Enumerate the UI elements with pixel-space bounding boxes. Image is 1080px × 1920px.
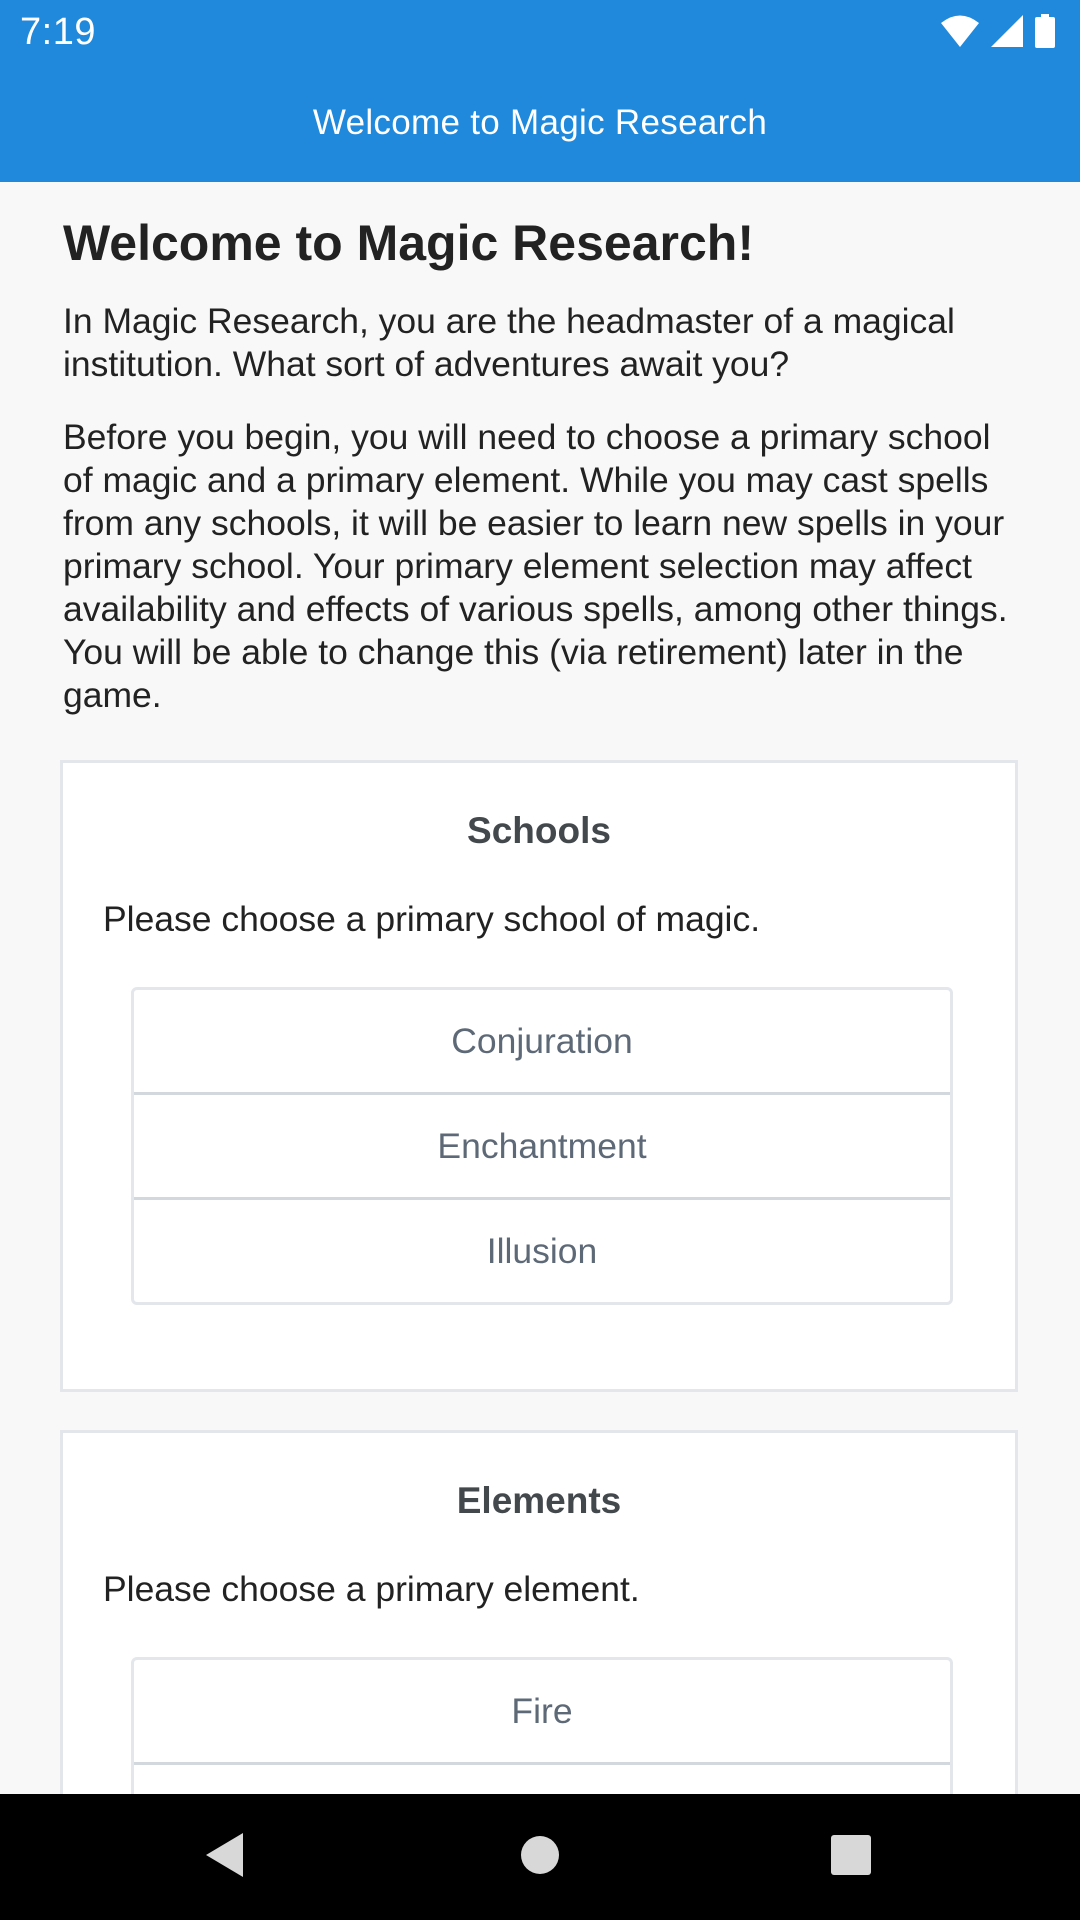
school-option-illusion[interactable]: Illusion <box>134 1200 950 1302</box>
schools-card: Schools Please choose a primary school o… <box>60 760 1018 1392</box>
nav-recents-button[interactable] <box>791 1794 911 1920</box>
intro-text: In Magic Research, you are the headmaste… <box>63 301 955 384</box>
elements-card-description: Please choose a primary element. <box>103 1569 640 1609</box>
page-title: Welcome to Magic Research! <box>63 215 754 271</box>
school-option-conjuration[interactable]: Conjuration <box>134 990 950 1095</box>
school-option-enchantment[interactable]: Enchantment <box>134 1095 950 1200</box>
elements-card: Elements Please choose a primary element… <box>60 1430 1018 1794</box>
navigation-bar <box>0 1794 1080 1920</box>
nav-back-button[interactable] <box>165 1794 285 1920</box>
app-bar-title: Welcome to Magic Research <box>312 103 768 142</box>
recents-icon <box>830 1834 872 1881</box>
status-bar: 7:19 <box>0 0 1080 64</box>
elements-card-title: Elements <box>456 1480 622 1521</box>
nav-home-button[interactable] <box>480 1794 600 1920</box>
element-option-fire[interactable]: Fire <box>134 1660 950 1765</box>
wifi-icon <box>940 14 980 48</box>
status-time: 7:19 <box>20 11 96 53</box>
welcome-content[interactable]: Welcome to Magic Research! In Magic Rese… <box>0 182 1080 1794</box>
status-icons <box>940 14 1056 48</box>
schools-card-title: Schools <box>467 810 611 851</box>
element-option-next[interactable] <box>134 1765 950 1794</box>
home-icon <box>519 1834 561 1881</box>
schools-card-description: Please choose a primary school of magic. <box>103 899 761 939</box>
details-text: Before you begin, you will need to choos… <box>63 417 1008 715</box>
element-options: Fire <box>131 1657 953 1794</box>
battery-icon <box>1034 14 1056 48</box>
school-options: Conjuration Enchantment Illusion <box>131 987 953 1305</box>
back-icon <box>203 1831 247 1884</box>
app-bar: Welcome to Magic Research <box>0 64 1080 182</box>
cell-signal-icon <box>990 14 1024 48</box>
